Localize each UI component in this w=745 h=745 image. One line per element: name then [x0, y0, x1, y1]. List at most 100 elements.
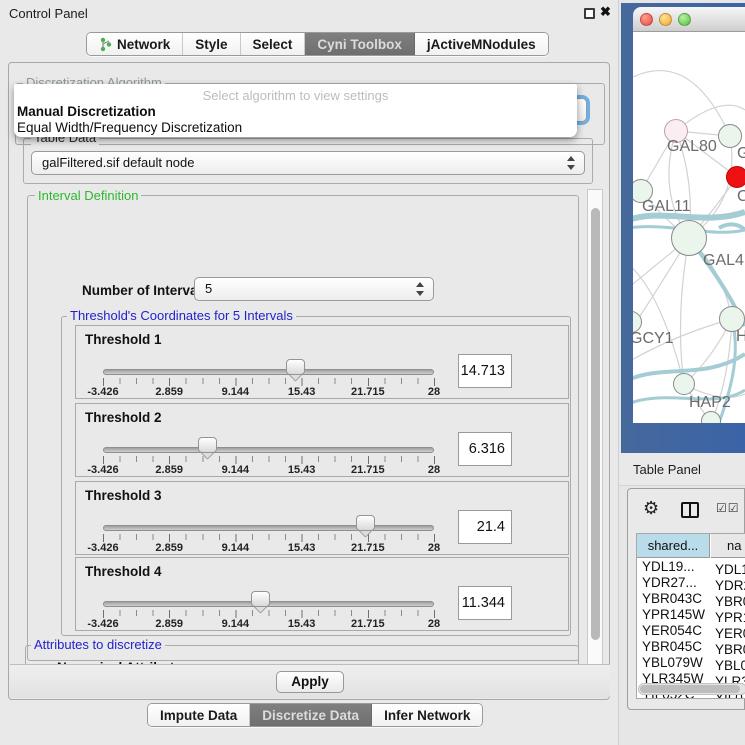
scale-tick-label: 2.859 — [155, 618, 183, 630]
table-row[interactable]: YBL079WYBL0 — [637, 655, 745, 671]
table-row[interactable]: YER054CYER0 — [637, 623, 745, 639]
threshold-4-value-field[interactable]: 11.344 — [458, 586, 512, 620]
maximize-traffic-light[interactable] — [678, 13, 691, 26]
network-view-window[interactable]: GAL80 GA C GAL11 GAL4 GCY1 H HAP2 — [621, 3, 745, 453]
cell-shared-name: YER054C — [637, 623, 710, 638]
threshold-3-slider-track[interactable] — [103, 525, 434, 531]
number-of-intervals-select[interactable]: 5 — [194, 277, 434, 301]
apply-button[interactable]: Apply — [276, 671, 344, 693]
float-window-icon[interactable] — [584, 8, 595, 19]
network-view-inner: GAL80 GA C GAL11 GAL4 GCY1 H HAP2 — [633, 7, 745, 423]
scale-tick-label: 21.715 — [351, 464, 385, 476]
cyni-mode-tabbar: Impute Data Discretize Data Infer Networ… — [147, 703, 483, 727]
slider-scale-labels: -3.426 2.859 9.144 15.43 21.715 28 — [103, 464, 434, 476]
scale-tick-label: -3.426 — [87, 542, 118, 554]
scale-tick-label: -3.426 — [87, 618, 118, 630]
column-header-name[interactable]: na — [711, 534, 745, 558]
application-root: Control Panel ✖ Network Style Select Cyn… — [0, 0, 745, 745]
scale-tick-label: 28 — [428, 386, 440, 398]
tab-impute-data[interactable]: Impute Data — [148, 704, 250, 726]
scale-tick-label: -3.426 — [87, 464, 118, 476]
table-panel-toolbar: ⚙ ☑☑ — [628, 489, 745, 531]
threshold-1-value-field[interactable]: 14.713 — [458, 354, 512, 388]
attributes-group-title: Attributes to discretize — [31, 638, 165, 652]
algorithm-option-manual[interactable]: Manual Discretization — [17, 104, 156, 119]
table-panel-title: Table Panel — [633, 462, 701, 477]
minimize-traffic-light[interactable] — [659, 13, 672, 26]
table-row[interactable]: YDL19...YDL1 — [637, 559, 745, 575]
algorithm-option-equal-width[interactable]: Equal Width/Frequency Discretization — [17, 120, 242, 135]
interval-definition-group-title: Interval Definition — [35, 189, 141, 203]
table-row[interactable]: YBR043CYBR0 — [637, 591, 745, 607]
network-node[interactable] — [671, 220, 707, 256]
node-label-cut: H — [736, 328, 745, 346]
threshold-1-slider-thumb[interactable] — [286, 359, 303, 385]
tab-style[interactable]: Style — [183, 33, 240, 55]
threshold-panel-3: Threshold 3 -3.426 2.859 9.144 15.43 21.… — [75, 481, 569, 555]
threshold-2-slider-thumb[interactable] — [198, 437, 215, 463]
tab-discretize-data[interactable]: Discretize Data — [250, 704, 372, 726]
slider-major-ticks — [103, 534, 435, 542]
close-icon[interactable]: ✖ — [600, 4, 611, 20]
network-node-selected[interactable] — [726, 166, 745, 188]
scale-tick-label: 21.715 — [351, 618, 385, 630]
cell-shared-name: YDL19... — [637, 559, 710, 574]
tab-jactivemnodules[interactable]: jActiveMNodules — [415, 33, 548, 55]
threshold-2-label: Threshold 2 — [85, 410, 162, 425]
threshold-4-slider-thumb[interactable] — [251, 591, 268, 617]
scale-tick-label: -3.426 — [87, 386, 118, 398]
algorithm-popup-hint: Select algorithm to view settings — [14, 88, 577, 103]
table-row[interactable]: YBR045CYBR0 — [637, 639, 745, 655]
cell-shared-name: YBL079W — [637, 655, 710, 670]
table-data-select[interactable]: galFiltered.sif default node — [31, 151, 585, 175]
apply-strip: Apply — [10, 664, 610, 698]
table-rows: YDL19...YDL1 YDR27...YDR2 YBR043CYBR0 YP… — [637, 559, 745, 699]
network-window-titlebar[interactable] — [633, 7, 745, 32]
tab-cyni-toolbox[interactable]: Cyni Toolbox — [305, 33, 415, 55]
control-panel-tabbar: Network Style Select Cyni Toolbox jActiv… — [86, 32, 549, 56]
gear-icon[interactable]: ⚙ — [643, 498, 659, 519]
number-of-intervals-value: 5 — [205, 281, 212, 296]
close-traffic-light[interactable] — [640, 13, 653, 26]
scale-tick-label: 2.859 — [155, 386, 183, 398]
scale-tick-label: 9.144 — [222, 386, 250, 398]
tab-style-label: Style — [195, 37, 227, 52]
table-panel: ⚙ ☑☑ shared... na YDL19...YDL1 YDR27...Y… — [627, 488, 745, 710]
tab-select[interactable]: Select — [241, 33, 306, 55]
threshold-2-value-field[interactable]: 6.316 — [458, 432, 512, 466]
threshold-3-slider-thumb[interactable] — [356, 515, 373, 541]
threshold-2-slider-track[interactable] — [103, 447, 434, 453]
table-panel-titlebar: Table Panel — [619, 453, 745, 486]
tab-infer-network[interactable]: Infer Network — [372, 704, 482, 726]
tab-discretize-data-label: Discretize Data — [262, 708, 359, 723]
cell-shared-name: YBR043C — [637, 591, 710, 606]
threshold-4-label: Threshold 4 — [85, 564, 162, 579]
settings-scroll-area: Interval Definition Number of Intervals … — [15, 189, 603, 665]
checkbox-icons[interactable]: ☑☑ — [716, 501, 740, 515]
network-node[interactable] — [673, 373, 695, 395]
scale-tick-label: 9.144 — [222, 618, 250, 630]
scale-tick-label: 28 — [428, 542, 440, 554]
control-panel-title: Control Panel — [9, 6, 88, 21]
settings-scrollbar[interactable] — [587, 189, 603, 665]
threshold-3-value-field[interactable]: 21.4 — [458, 510, 512, 544]
thresholds-group-title: Threshold's Coordinates for 5 Intervals — [67, 309, 296, 323]
node-label-gal80: GAL80 — [667, 138, 717, 156]
table-horizontal-scrollbar[interactable] — [638, 683, 745, 695]
settings-scrollbar-thumb[interactable] — [591, 208, 600, 640]
slider-major-ticks — [103, 378, 435, 386]
slider-scale-labels: -3.426 2.859 9.144 15.43 21.715 28 — [103, 386, 434, 398]
table-row[interactable]: YDR27...YDR2 — [637, 575, 745, 591]
scale-tick-label: 15.43 — [288, 464, 316, 476]
split-view-icon[interactable] — [681, 502, 699, 518]
tab-infer-network-label: Infer Network — [384, 708, 470, 723]
column-header-shared-name[interactable]: shared... — [637, 534, 710, 558]
tab-network[interactable]: Network — [87, 33, 183, 55]
network-canvas[interactable]: GAL80 GA C GAL11 GAL4 GCY1 H HAP2 — [633, 32, 745, 423]
threshold-1-slider-track[interactable] — [103, 369, 434, 375]
combo-arrows-icon — [567, 156, 576, 170]
node-label-gcy1: GCY1 — [633, 330, 674, 348]
table-row[interactable]: YPR145WYPR1 — [637, 607, 745, 623]
scale-tick-label: 15.43 — [288, 542, 316, 554]
table-horizontal-scrollbar-thumb[interactable] — [640, 685, 740, 693]
